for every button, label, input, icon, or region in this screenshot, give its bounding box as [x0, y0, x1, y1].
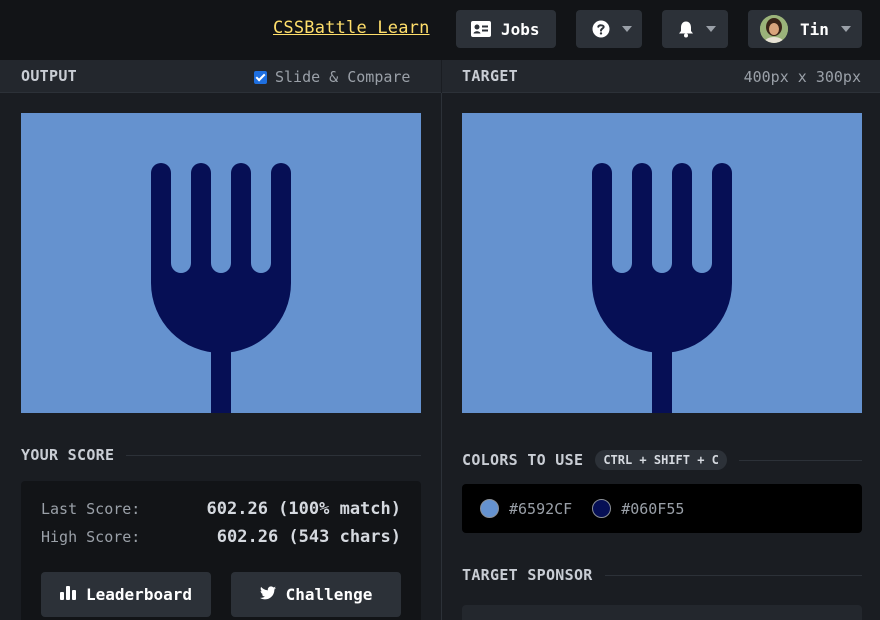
color-swatch — [480, 499, 499, 518]
cssbattle-learn-link[interactable]: CSSBattle Learn — [273, 18, 430, 38]
output-panel-header: OUTPUT Slide & Compare — [0, 60, 441, 93]
colors-shortcut-badge: CTRL + SHIFT + C — [595, 450, 727, 470]
question-icon — [592, 20, 610, 38]
challenge-label: Challenge — [285, 585, 373, 604]
avatar — [760, 15, 788, 43]
last-score-row: Last Score: 602.26 (100% match) — [41, 499, 401, 519]
slide-compare-checkbox[interactable] — [254, 70, 267, 84]
slide-compare-toggle[interactable]: Slide & Compare — [254, 68, 410, 86]
slide-compare-label: Slide & Compare — [275, 68, 411, 86]
sponsor-section-header: TARGET SPONSOR — [462, 566, 862, 584]
jobs-button[interactable]: Jobs — [456, 10, 556, 48]
bell-icon — [678, 20, 694, 38]
section-divider — [126, 454, 421, 456]
color-item[interactable]: #060F55 — [592, 499, 684, 518]
leaderboard-label: Leaderboard — [86, 585, 192, 604]
target-dimensions: 400px x 300px — [743, 68, 861, 86]
section-divider — [738, 459, 862, 461]
panel-divider — [441, 93, 442, 620]
output-fork-image — [151, 163, 291, 413]
target-title: TARGET — [462, 67, 518, 85]
chevron-down-icon — [622, 26, 632, 32]
color-code[interactable]: #060F55 — [621, 500, 684, 518]
jobs-label: Jobs — [501, 19, 540, 39]
id-card-icon — [471, 21, 491, 37]
target-canvas — [462, 113, 862, 413]
section-divider — [604, 574, 862, 576]
user-menu-button[interactable]: Tin — [748, 10, 862, 48]
chevron-down-icon — [840, 26, 851, 32]
high-score-label: High Score: — [41, 528, 141, 546]
user-name: Tin — [800, 19, 829, 39]
challenge-button[interactable]: Challenge — [231, 572, 401, 617]
help-menu-button[interactable] — [576, 10, 642, 48]
colors-palette: #6592CF #060F55 — [462, 484, 862, 533]
last-score-label: Last Score: — [41, 500, 141, 518]
score-card: Last Score: 602.26 (100% match) High Sco… — [21, 481, 421, 620]
output-canvas[interactable] — [21, 113, 421, 413]
last-score-value: 602.26 (100% match) — [206, 499, 401, 519]
color-swatch — [592, 499, 612, 518]
sponsor-card — [462, 605, 862, 620]
colors-section-header: COLORS TO USE CTRL + SHIFT + C — [462, 450, 862, 470]
high-score-row: High Score: 602.26 (543 chars) — [41, 527, 401, 547]
colors-title: COLORS TO USE — [462, 451, 584, 469]
color-code[interactable]: #6592CF — [509, 500, 572, 518]
sponsor-title: TARGET SPONSOR — [462, 566, 593, 584]
high-score-value: 602.26 (543 chars) — [216, 527, 401, 547]
target-fork-image — [592, 163, 732, 413]
score-title: YOUR SCORE — [21, 446, 115, 464]
output-title: OUTPUT — [21, 67, 77, 85]
top-bar: CSSBattle Learn Jobs Tin — [0, 0, 880, 60]
twitter-icon — [259, 585, 276, 604]
chevron-down-icon — [706, 26, 716, 32]
target-panel-header: TARGET 400px x 300px — [442, 60, 880, 93]
color-item[interactable]: #6592CF — [480, 499, 572, 518]
leaderboard-button[interactable]: Leaderboard — [41, 572, 211, 617]
score-section-header: YOUR SCORE — [21, 446, 421, 464]
notifications-button[interactable] — [662, 10, 728, 48]
bar-chart-icon — [60, 585, 77, 604]
